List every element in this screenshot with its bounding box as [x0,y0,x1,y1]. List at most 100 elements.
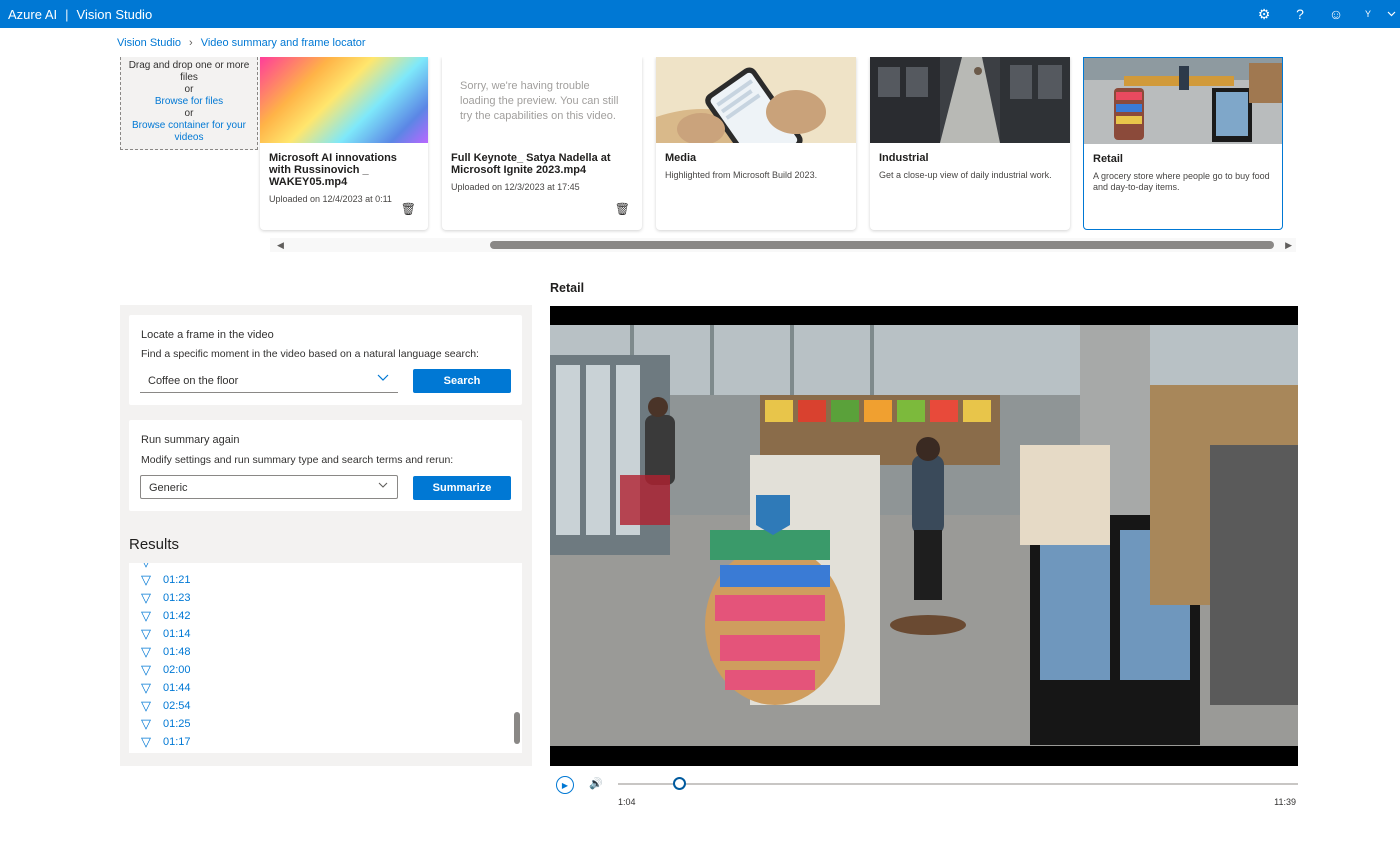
triangle-marker-icon: ▽ [141,644,151,659]
triangle-marker-icon: ▽ [129,563,163,570]
result-item[interactable]: ▽ 01:21 [129,571,191,589]
video-card-title: Full Keynote_ Satya Nadella at Microsoft… [451,152,611,176]
summary-description: Modify settings and run summary type and… [141,454,454,466]
triangle-marker-icon: ▽ [141,608,151,623]
results-scrollbar-thumb[interactable] [514,712,520,744]
result-item[interactable]: ▽ [129,563,163,571]
result-timestamp: 02:54 [163,700,191,712]
video-card-description: Get a close-up view of daily industrial … [879,170,1052,180]
video-thumbnail [870,57,1070,143]
result-timestamp: 01:21 [163,574,191,586]
results-list[interactable]: ▽ ▽01:21 ▽01:23 ▽01:42 ▽01:14 ▽01:48 ▽02… [129,563,522,753]
result-item[interactable]: ▽ 01:44 [129,679,191,697]
summary-section: Run summary again Modify settings and ru… [129,420,522,511]
upload-dropzone[interactable]: Drag and drop one or more files or Brows… [120,57,258,150]
video-card-media[interactable]: Media Highlighted from Microsoft Build 2… [656,57,856,230]
chevron-right-icon: › [189,37,193,49]
user-avatar[interactable]: Y [1354,0,1382,28]
video-card-uploaded: Uploaded on 12/3/2023 at 17:45 [451,182,580,192]
header-actions: ⚙ ? ☺ Y [1246,0,1400,28]
breadcrumb-root[interactable]: Vision Studio [117,37,181,49]
current-time: 1:04 [618,797,636,807]
browse-container-link[interactable]: Browse container for your videos [121,120,257,144]
triangle-marker-icon: ▽ [141,572,151,587]
locate-description: Find a specific moment in the video base… [141,348,479,360]
result-timestamp: 01:14 [163,628,191,640]
result-item[interactable]: ▽ 02:00 [129,661,191,679]
result-timestamp: 02:00 [163,664,191,676]
chevron-down-icon[interactable] [378,481,388,492]
result-timestamp: 01:48 [163,646,191,658]
result-item[interactable]: ▽ 01:25 [129,715,191,733]
search-button[interactable]: Search [413,369,511,393]
top-bar: Azure AI | Vision Studio ⚙ ? ☺ Y [0,0,1400,28]
scroll-left-icon[interactable]: ◀ [277,240,284,251]
triangle-marker-icon: ▽ [141,626,151,641]
trash-icon[interactable]: 🗑 [401,202,416,216]
video-card-title: Retail [1093,153,1123,165]
video-card-title: Microsoft AI innovations with Russinovic… [269,152,397,188]
video-card-title: Industrial [879,152,929,164]
triangle-marker-icon: ▽ [141,662,151,677]
video-card[interactable]: Microsoft AI innovations with Russinovic… [260,57,428,230]
summarize-button[interactable]: Summarize [413,476,511,500]
result-timestamp: 01:17 [163,736,191,748]
video-thumbnail [656,57,856,143]
upload-instruction: Drag and drop one or more files [128,60,250,83]
preview-error-text: Sorry, we're having trouble loading the … [460,80,619,122]
chevron-down-icon[interactable] [1382,0,1400,28]
search-query-value: Coffee on the floor [148,375,239,387]
video-title: Retail [550,281,585,295]
results-heading: Results [129,536,180,553]
video-card-retail[interactable]: Retail A grocery store where people go t… [1083,57,1283,230]
upload-or: or [184,84,194,95]
play-icon[interactable]: ▶ [556,776,574,794]
summary-type-select[interactable]: Generic [140,475,398,499]
result-item[interactable]: ▽ 01:17 [129,733,191,751]
volume-icon[interactable]: 🔊 [589,777,603,790]
smiley-icon[interactable]: ☺ [1318,0,1354,28]
gear-icon[interactable]: ⚙ [1246,0,1282,28]
triangle-marker-icon: ▽ [141,680,151,695]
brand-name: Azure AI [8,6,58,22]
control-panel: Locate a frame in the video Find a speci… [120,305,532,766]
triangle-marker-icon: ▽ [141,698,151,713]
brand-separator: | [65,6,69,22]
video-card-title: Media [665,152,697,164]
summary-type-value: Generic [149,482,188,494]
video-thumbnail [1084,58,1282,144]
duration: 11:39 [1274,797,1296,807]
scroll-right-icon[interactable]: ▶ [1285,240,1292,251]
video-card[interactable]: Sorry, we're having trouble loading the … [442,57,642,230]
breadcrumb-current[interactable]: Video summary and frame locator [201,37,366,49]
seek-bar[interactable] [618,783,1298,785]
video-gallery: Drag and drop one or more files or Brows… [117,57,1300,257]
gallery-scrollbar[interactable]: ◀ ▶ [270,238,1296,252]
summary-heading: Run summary again [141,434,240,446]
help-icon[interactable]: ? [1282,0,1318,28]
result-item[interactable]: ▽ 01:23 [129,589,191,607]
result-item[interactable]: ▽ 02:54 [129,697,191,715]
video-frame [550,325,1298,746]
search-query-input[interactable]: Coffee on the floor [140,369,398,393]
video-controls: ▶ 🔊 1:04 11:39 [550,772,1298,812]
result-item[interactable]: ▽ 01:14 [129,625,191,643]
result-timestamp: 01:25 [163,718,191,730]
result-timestamp: 01:23 [163,592,191,604]
locate-frame-section: Locate a frame in the video Find a speci… [129,315,522,405]
result-item[interactable]: ▽ 01:42 [129,607,191,625]
browse-files-link[interactable]: Browse for files [121,96,257,108]
scrollbar-thumb[interactable] [490,241,1274,249]
trash-icon[interactable]: 🗑 [615,202,630,216]
brand[interactable]: Azure AI | Vision Studio [0,7,152,22]
seek-handle[interactable] [673,777,687,790]
chevron-down-icon[interactable] [377,374,389,385]
triangle-marker-icon: ▽ [141,590,151,605]
upload-or: or [184,108,194,119]
video-thumbnail [260,57,428,143]
breadcrumb: Vision Studio › Video summary and frame … [117,37,366,49]
video-card-description: A grocery store where people go to buy f… [1093,171,1270,192]
video-player[interactable] [550,306,1298,766]
video-card-industrial[interactable]: Industrial Get a close-up view of daily … [870,57,1070,230]
result-item[interactable]: ▽ 01:48 [129,643,191,661]
